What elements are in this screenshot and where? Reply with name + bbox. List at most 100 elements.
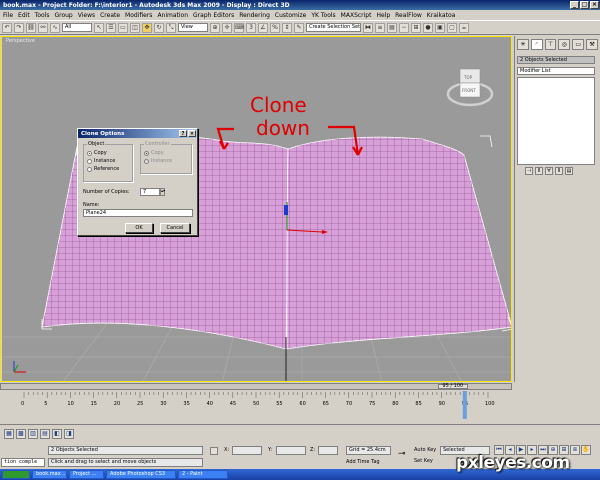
- pin-stack-icon[interactable]: ⊣: [525, 167, 533, 175]
- manipulate-icon[interactable]: ✢: [222, 22, 232, 33]
- cancel-button[interactable]: Cancel: [160, 223, 190, 233]
- key-icon[interactable]: ⊸: [398, 449, 406, 459]
- menu-customize[interactable]: Customize: [275, 12, 307, 19]
- maxscript-listener[interactable]: tion comple: [1, 458, 45, 467]
- pan-icon[interactable]: ✋: [581, 445, 591, 455]
- reference-coord-dropdown[interactable]: View: [178, 23, 208, 32]
- zoom-extents-icon[interactable]: ⧈: [570, 445, 580, 455]
- layer-manager-icon[interactable]: ▤: [387, 22, 397, 33]
- hierarchy-tab-icon[interactable]: ⊤: [544, 39, 557, 50]
- viewport-label[interactable]: Perspective: [6, 38, 35, 44]
- undo-icon[interactable]: ↶: [2, 22, 12, 33]
- copies-spinner[interactable]: ▴▾: [160, 188, 165, 196]
- selection-icon[interactable]: ◧: [52, 429, 62, 439]
- menu-create[interactable]: Create: [100, 12, 120, 19]
- quick-render-icon[interactable]: ☕: [459, 22, 469, 33]
- make-unique-icon[interactable]: ∀: [545, 167, 553, 175]
- dialog-x-button[interactable]: ×: [188, 130, 196, 137]
- lock-selection-icon[interactable]: [210, 447, 218, 455]
- menu-help[interactable]: Help: [376, 12, 390, 19]
- selection-filter-dropdown[interactable]: All: [62, 23, 92, 32]
- dialog-close-button[interactable]: ?: [179, 130, 187, 137]
- add-time-tag[interactable]: Add Time Tag: [346, 459, 380, 465]
- modifier-stack[interactable]: [517, 77, 595, 165]
- menu-edit[interactable]: Edit: [18, 12, 30, 19]
- rotate-icon[interactable]: ↻: [154, 22, 164, 33]
- radio-reference[interactable]: Reference: [87, 165, 132, 173]
- unlink-icon[interactable]: ⚯: [38, 22, 48, 33]
- absolute-mode-icon[interactable]: ▥: [28, 429, 38, 439]
- create-tab-icon[interactable]: ✳: [517, 39, 529, 50]
- render-frame-icon[interactable]: ▢: [447, 22, 457, 33]
- radio-dot[interactable]: [87, 158, 92, 164]
- remove-modifier-icon[interactable]: Ⅱ: [555, 167, 563, 175]
- scale-icon[interactable]: ⤡: [166, 22, 176, 33]
- modifier-list-dropdown[interactable]: Modifier List: [517, 67, 595, 75]
- display-tab-icon[interactable]: ▭: [572, 39, 585, 50]
- menu-modifiers[interactable]: Modifiers: [125, 12, 152, 19]
- radio-dot[interactable]: [87, 166, 92, 172]
- select-lock-icon[interactable]: ▩: [16, 429, 26, 439]
- select-icon[interactable]: ↖: [94, 22, 104, 33]
- named-selection-set-dropdown[interactable]: Create Selection Set: [306, 23, 361, 32]
- x-coordinate-field[interactable]: [232, 446, 262, 455]
- named-selection-icon[interactable]: ✎: [294, 22, 304, 33]
- menu-maxscript[interactable]: MAXScript: [341, 12, 372, 19]
- spinner-snap-icon[interactable]: ⇕: [282, 22, 292, 33]
- motion-tab-icon[interactable]: ◎: [558, 39, 571, 50]
- maximize-button[interactable]: □: [580, 1, 589, 9]
- y-coordinate-field[interactable]: [276, 446, 306, 455]
- menu-views[interactable]: Views: [78, 12, 95, 19]
- render-icon[interactable]: ◨: [64, 429, 74, 439]
- menu-group[interactable]: Group: [54, 12, 72, 19]
- utilities-tab-icon[interactable]: ⚒: [586, 39, 598, 50]
- auto-key-button[interactable]: Auto Key: [414, 447, 436, 453]
- window-crossing-icon[interactable]: ◫: [130, 22, 140, 33]
- radio-copy[interactable]: Copy: [87, 149, 132, 157]
- isolate-icon[interactable]: ▦: [4, 429, 14, 439]
- menu-graph-editors[interactable]: Graph Editors: [193, 12, 234, 19]
- copies-field[interactable]: 7: [140, 188, 160, 196]
- show-end-result-icon[interactable]: Ⅱ: [535, 167, 543, 175]
- taskbar-item-project[interactable]: Project ...: [69, 470, 104, 479]
- minimize-button[interactable]: _: [570, 1, 579, 9]
- time-slider[interactable]: 95 / 100: [0, 383, 512, 390]
- viewcube[interactable]: TOP FRONT: [446, 68, 494, 107]
- track-bar[interactable]: 0510152025303540455055606570758085909510…: [0, 391, 512, 423]
- time-slider-thumb[interactable]: 95 / 100: [437, 384, 468, 389]
- ok-button[interactable]: OK: [125, 223, 153, 233]
- menu-file[interactable]: File: [3, 12, 13, 19]
- select-by-name-icon[interactable]: ☰: [106, 22, 116, 33]
- schematic-view-icon[interactable]: ⊞: [411, 22, 421, 33]
- menu-kraikatoa[interactable]: Kraikatoa: [427, 12, 456, 19]
- object-name-field[interactable]: 2 Objects Selected: [517, 56, 595, 64]
- radio-dot[interactable]: [87, 150, 92, 156]
- keyboard-shortcut-icon[interactable]: ⌨: [234, 22, 244, 33]
- menu-rendering[interactable]: Rendering: [239, 12, 270, 19]
- set-key-button[interactable]: Set Key: [414, 458, 433, 464]
- menu-yk-tools[interactable]: YK Tools: [311, 12, 335, 19]
- radio-instance[interactable]: Instance: [87, 157, 132, 165]
- menu-animation[interactable]: Animation: [157, 12, 188, 19]
- render-setup-icon[interactable]: ▣: [435, 22, 445, 33]
- angle-snap-icon[interactable]: ∠: [258, 22, 268, 33]
- link-icon[interactable]: ⛓: [26, 22, 36, 33]
- taskbar-item-paint[interactable]: 2 - Paint: [178, 470, 228, 479]
- start-button[interactable]: [2, 470, 30, 479]
- mirror-icon[interactable]: ⧓: [363, 22, 373, 33]
- menu-realflow[interactable]: RealFlow: [395, 12, 422, 19]
- relative-mode-icon[interactable]: ▤: [40, 429, 50, 439]
- current-frame-marker[interactable]: [462, 391, 467, 419]
- pivot-icon[interactable]: ⊕: [210, 22, 220, 33]
- percent-snap-icon[interactable]: %: [270, 22, 280, 33]
- taskbar-item-photoshop[interactable]: Adobe Photoshop CS3: [106, 470, 176, 479]
- modify-tab-icon[interactable]: ◜: [530, 39, 543, 50]
- configure-sets-icon[interactable]: ▤: [565, 167, 573, 175]
- taskbar-item-book[interactable]: book.max ...: [32, 470, 67, 479]
- material-editor-icon[interactable]: ●: [423, 22, 433, 33]
- move-icon[interactable]: ✥: [142, 22, 152, 33]
- close-button[interactable]: ×: [590, 1, 599, 9]
- z-coordinate-field[interactable]: [318, 446, 338, 455]
- align-icon[interactable]: ≡: [375, 22, 385, 33]
- name-field[interactable]: Plane24: [83, 209, 193, 217]
